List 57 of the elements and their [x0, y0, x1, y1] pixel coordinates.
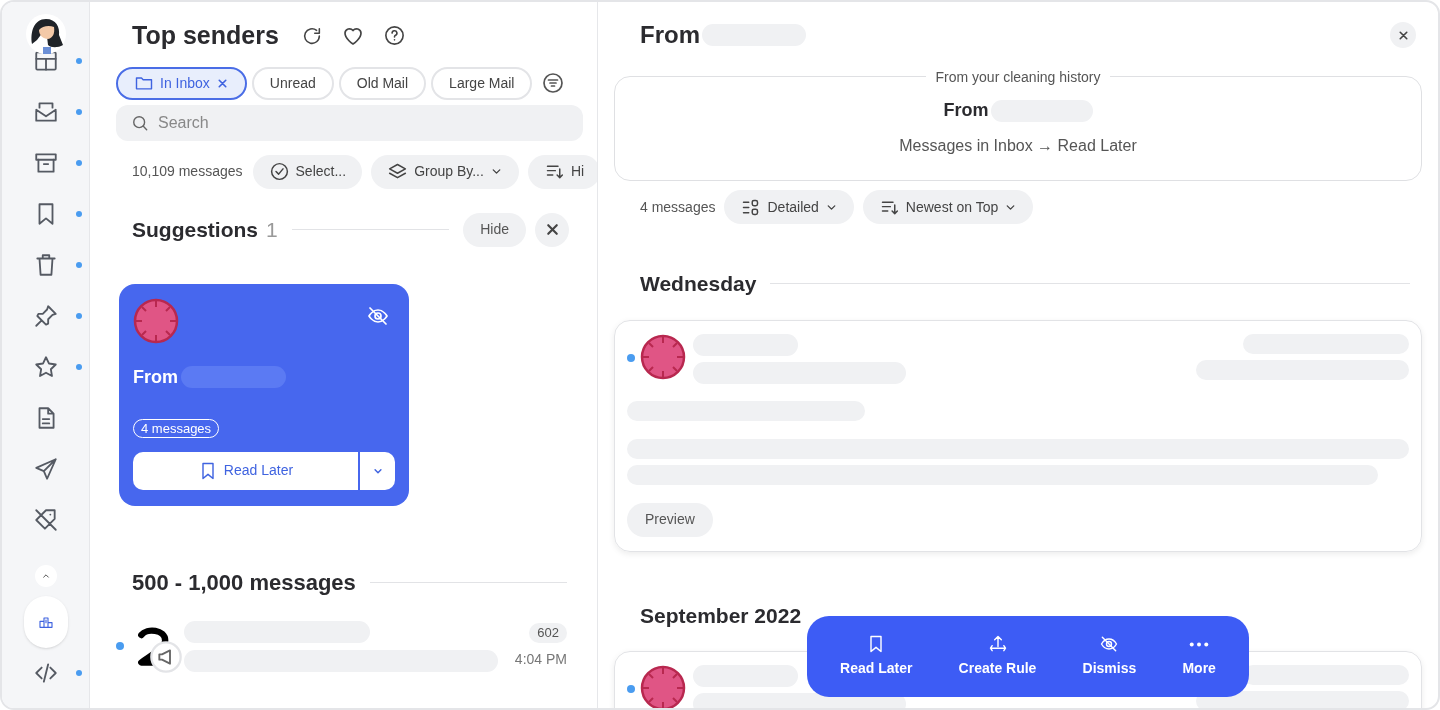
remove-icon[interactable]: [215, 76, 229, 90]
suggestion-count: 1: [266, 216, 278, 243]
sender-label: From: [943, 99, 989, 122]
section-title: 500 - 1,000 messages: [132, 568, 356, 597]
action-button[interactable]: More: [1182, 634, 1216, 679]
sender-row[interactable]: 602 4:04 PM: [116, 620, 597, 672]
toolbar-button[interactable]: Select...: [252, 154, 363, 189]
filter-chip[interactable]: In Inbox: [116, 66, 247, 100]
message-count-badge: 602: [529, 622, 567, 643]
user-avatar-icon[interactable]: [26, 14, 66, 54]
more-icon: [1189, 641, 1210, 647]
toolbar-button[interactable]: Hi: [527, 154, 597, 189]
sender-avatar-icon: [640, 665, 686, 708]
star-icon[interactable]: [32, 354, 59, 380]
split-arrows-icon: [987, 634, 1008, 654]
tag-off-icon[interactable]: [32, 507, 59, 533]
time-label: 4:04 PM: [514, 649, 567, 669]
filter-chip[interactable]: Old Mail: [338, 66, 427, 100]
close-button[interactable]: [535, 212, 569, 247]
message-count: 4 messages: [640, 197, 716, 217]
panel-title: From: [640, 20, 700, 50]
dropdown-button[interactable]: [360, 451, 395, 490]
hidden-icon: [1099, 634, 1120, 654]
preview-button[interactable]: Preview: [627, 502, 713, 537]
mail-icon[interactable]: [32, 99, 59, 125]
section-title: Suggestions: [132, 216, 258, 243]
date-heading: September 2022: [640, 602, 802, 629]
filter-icon[interactable]: [541, 71, 566, 95]
action-button[interactable]: Create Rule: [958, 634, 1037, 679]
history-legend: From your cleaning history: [925, 68, 1111, 86]
date-heading: Wednesday: [640, 271, 757, 297]
sender-label: From: [133, 365, 178, 389]
rule-description: Messages in Inbox → Read Later: [899, 136, 1137, 156]
close-button[interactable]: [1390, 22, 1416, 48]
sender-avatar-icon: [640, 333, 686, 380]
send-icon[interactable]: [32, 456, 59, 482]
panel-title: Top senders: [132, 20, 279, 51]
filter-chip[interactable]: Large Mail: [431, 66, 533, 100]
action-button[interactable]: Read Later: [840, 634, 913, 679]
megaphone-icon: [150, 640, 182, 673]
read-later-button[interactable]: Read Later: [133, 451, 358, 490]
check-circle-icon: [268, 161, 290, 182]
suggestion-card[interactable]: From 4 messages Read Later: [119, 283, 409, 506]
close-icon: [1396, 28, 1410, 42]
message-card[interactable]: Preview: [614, 319, 1422, 552]
toolbar-button[interactable]: Newest on Top: [862, 190, 1034, 224]
archive-icon[interactable]: [32, 150, 59, 176]
message-count: 10,109 messages: [132, 162, 243, 181]
hide-button[interactable]: Hide: [463, 212, 526, 247]
search-field[interactable]: Search: [116, 104, 583, 141]
pin-icon[interactable]: [32, 303, 59, 329]
sender-avatar-icon: [133, 297, 179, 344]
filter-chip[interactable]: Unread: [251, 66, 334, 100]
action-button[interactable]: Dismiss: [1082, 634, 1137, 679]
toolbar-button[interactable]: Group By...: [371, 154, 519, 189]
help-icon[interactable]: [382, 24, 406, 48]
toolbar-button[interactable]: Detailed: [724, 190, 854, 224]
